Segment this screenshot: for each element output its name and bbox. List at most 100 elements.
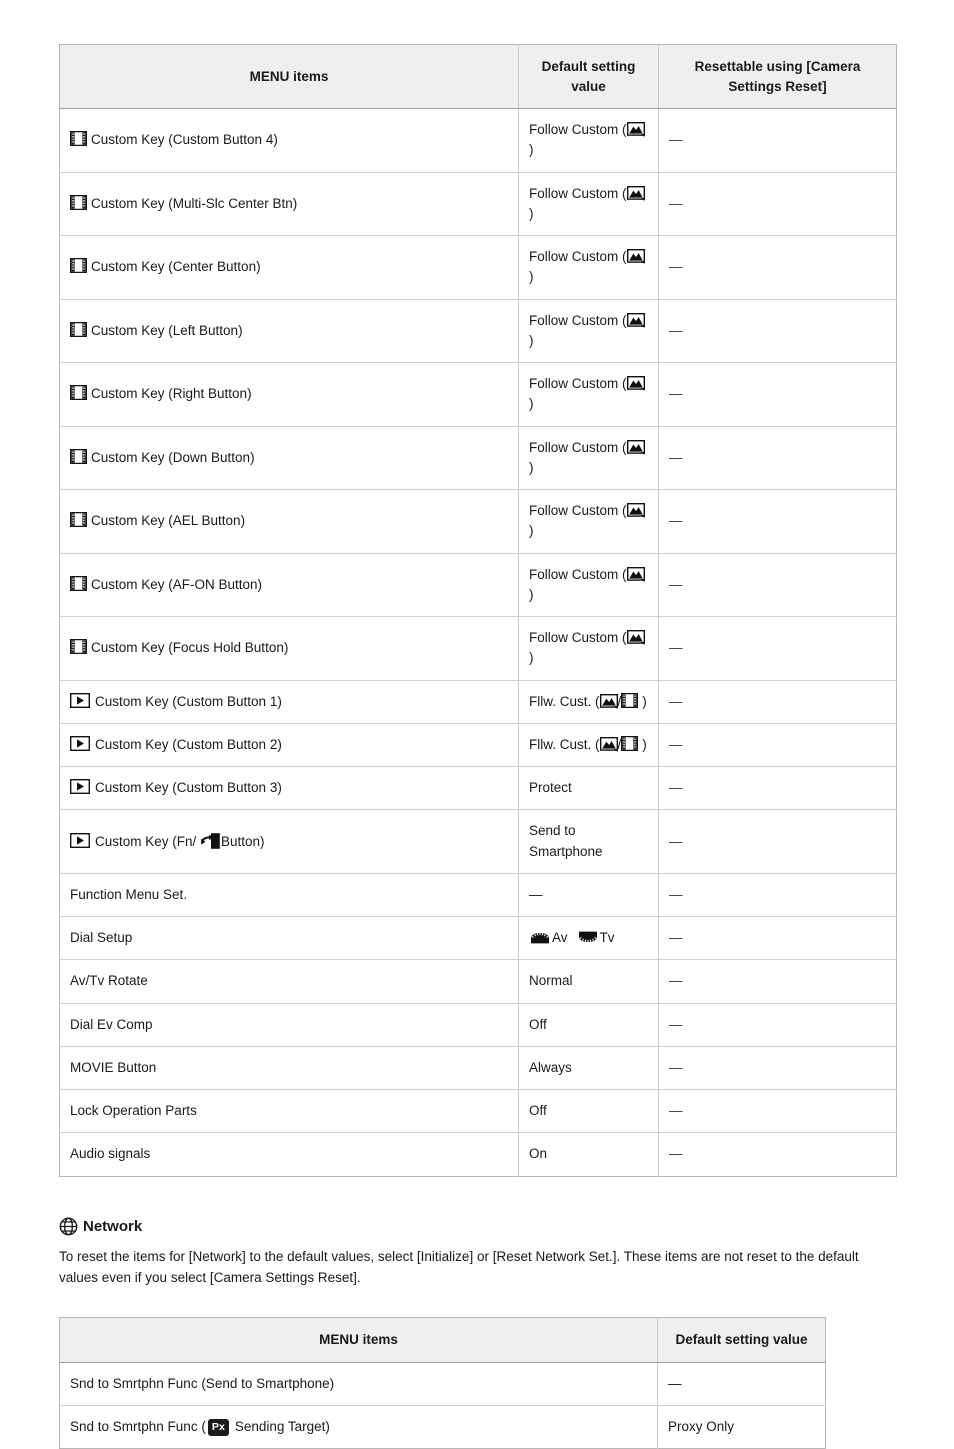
resettable-value: — [669, 1146, 683, 1162]
menu-item-label: Dial Setup [70, 930, 133, 946]
default-value-text: Send to Smartphone [529, 823, 603, 859]
network-cell-default-value: — [657, 1362, 826, 1407]
network-section-description: To reset the items for [Network] to the … [59, 1248, 859, 1286]
playback-icon [70, 832, 90, 848]
default-value-text: Always [529, 1059, 572, 1075]
cell-default-value: — [518, 873, 659, 918]
resettable-value: — [669, 1103, 683, 1119]
network-menu-item-label-suffix: Sending Target) [231, 1419, 330, 1435]
dial-setup-value: Av Tv [529, 930, 615, 945]
cell-menu-item: Lock Operation Parts [59, 1089, 519, 1134]
cell-resettable: — [658, 489, 897, 554]
network-column-header-default-setting-value: Default setting value [657, 1317, 826, 1363]
default-value-suffix: ) [642, 736, 647, 752]
network-menu-item-label: Snd to Smrtphn Func (Send to Smartphone) [70, 1375, 335, 1391]
resettable-value: — [669, 195, 683, 211]
cell-menu-item: Custom Key (Left Button) [59, 299, 519, 364]
network-default-value-text: Proxy Only [668, 1419, 735, 1435]
network-settings-table: MENU items Default setting value Snd to … [59, 1317, 826, 1449]
column-header-menu-items: MENU items [59, 44, 519, 110]
cell-menu-item: Custom Key (Focus Hold Button) [59, 616, 519, 681]
network-default-value-text: — [668, 1375, 682, 1391]
menu-item-label: Lock Operation Parts [70, 1103, 197, 1119]
column-header-resettable: Resettable using [Camera Settings Reset] [658, 44, 897, 110]
table-row: Av/Tv Rotate Normal — [59, 959, 897, 1004]
cell-menu-item: Custom Key (Custom Button 3) [59, 766, 519, 811]
cell-resettable: — [658, 1046, 897, 1091]
cell-menu-item: Audio signals [59, 1132, 519, 1177]
network-cell-default-value: Proxy Only [658, 1406, 826, 1449]
table-row: Custom Key (Custom Button 1) Fllw. Cust. … [59, 680, 897, 724]
network-section-title: Network [59, 1217, 895, 1236]
table-row: Dial Ev Comp Off — [59, 1003, 897, 1047]
table-row: Custom Key (Fn/ Button) Send to Smartphon… [59, 809, 897, 874]
cell-resettable: — [658, 1089, 897, 1134]
default-value-text: Normal [529, 973, 573, 989]
cell-resettable: — [658, 959, 897, 1004]
cell-default-value: Off [518, 1089, 659, 1134]
playback-icon [70, 779, 90, 795]
network-cell-menu-item: Snd to Smrtphn Func (Send to Smartphone) [59, 1362, 658, 1407]
cell-menu-item: Av/Tv Rotate [59, 959, 519, 1004]
default-value-suffix: ) [529, 269, 534, 285]
globe-icon [59, 1217, 78, 1236]
table-row: Custom Key (Custom Button 3) Protect — [59, 766, 897, 811]
default-value-text: Follow Custom ( [529, 376, 627, 392]
resettable-value: — [669, 886, 683, 902]
movie-icon [70, 321, 87, 337]
default-value-text: Follow Custom ( [529, 312, 627, 328]
cell-default-value: Follow Custom () [518, 172, 659, 237]
cell-resettable: — [658, 299, 897, 364]
movie-icon [70, 258, 87, 274]
default-value-text: Fllw. Cust. ( [529, 693, 600, 709]
cell-default-value: Follow Custom () [518, 362, 659, 427]
cell-resettable: — [658, 873, 897, 918]
default-value-suffix: ) [642, 693, 647, 709]
network-title-text: Network [83, 1217, 143, 1235]
cell-menu-item: Custom Key (Fn/ Button) [59, 809, 519, 874]
cell-resettable: — [658, 916, 897, 961]
cell-resettable: — [658, 723, 897, 768]
cell-menu-item: Dial Setup [59, 916, 519, 961]
cell-default-value: Off [518, 1003, 659, 1047]
table-row: Custom Key (Focus Hold Button) Follow Cus… [59, 616, 897, 681]
still-image-icon [626, 376, 645, 392]
resettable-value: — [669, 693, 683, 709]
cell-default-value: Follow Custom () [518, 108, 659, 173]
resettable-value: — [669, 259, 683, 275]
movie-icon [70, 448, 87, 464]
still-image-icon [599, 736, 618, 752]
network-table-header-row: MENU items Default setting value [59, 1317, 826, 1363]
cell-resettable: — [658, 616, 897, 681]
movie-icon [70, 194, 87, 210]
cell-menu-item: Custom Key (Custom Button 1) [59, 680, 519, 724]
menu-item-label: MOVIE Button [70, 1059, 157, 1075]
table-row: Custom Key (Right Button) Follow Custom (… [59, 362, 897, 427]
default-value-suffix: ) [529, 396, 534, 412]
menu-item-label: Custom Key (Left Button) [91, 322, 243, 338]
cell-resettable: — [658, 809, 897, 874]
default-value-text: Off [529, 1016, 547, 1032]
movie-icon [70, 512, 87, 528]
movie-icon [70, 385, 87, 401]
default-value-text: — [529, 886, 543, 902]
cell-resettable: — [658, 680, 897, 724]
cell-resettable: — [658, 766, 897, 811]
cell-menu-item: Custom Key (Center Button) [59, 235, 519, 300]
cell-default-value: Follow Custom () [518, 489, 659, 554]
default-value-text: Fllw. Cust. ( [529, 736, 600, 752]
camera-settings-reset-table: MENU items Default setting value Resetta… [59, 44, 897, 1177]
default-value-suffix: ) [529, 332, 534, 348]
cell-menu-item: Custom Key (AF-ON Button) [59, 553, 519, 618]
still-image-icon [626, 312, 645, 328]
default-value-text: Protect [529, 780, 572, 796]
default-value-text: Follow Custom ( [529, 503, 627, 519]
table-row: Custom Key (Custom Button 2) Fllw. Cust. … [59, 723, 897, 768]
resettable-value: — [669, 322, 683, 338]
default-value-text: Off [529, 1103, 547, 1119]
resettable-value: — [669, 930, 683, 946]
cell-resettable: — [658, 426, 897, 491]
menu-item-label: Custom Key (Custom Button 1) [95, 693, 282, 709]
network-cell-menu-item: Snd to Smrtphn Func (Px Sending Target) [59, 1405, 658, 1449]
default-value-suffix: ) [529, 650, 534, 666]
